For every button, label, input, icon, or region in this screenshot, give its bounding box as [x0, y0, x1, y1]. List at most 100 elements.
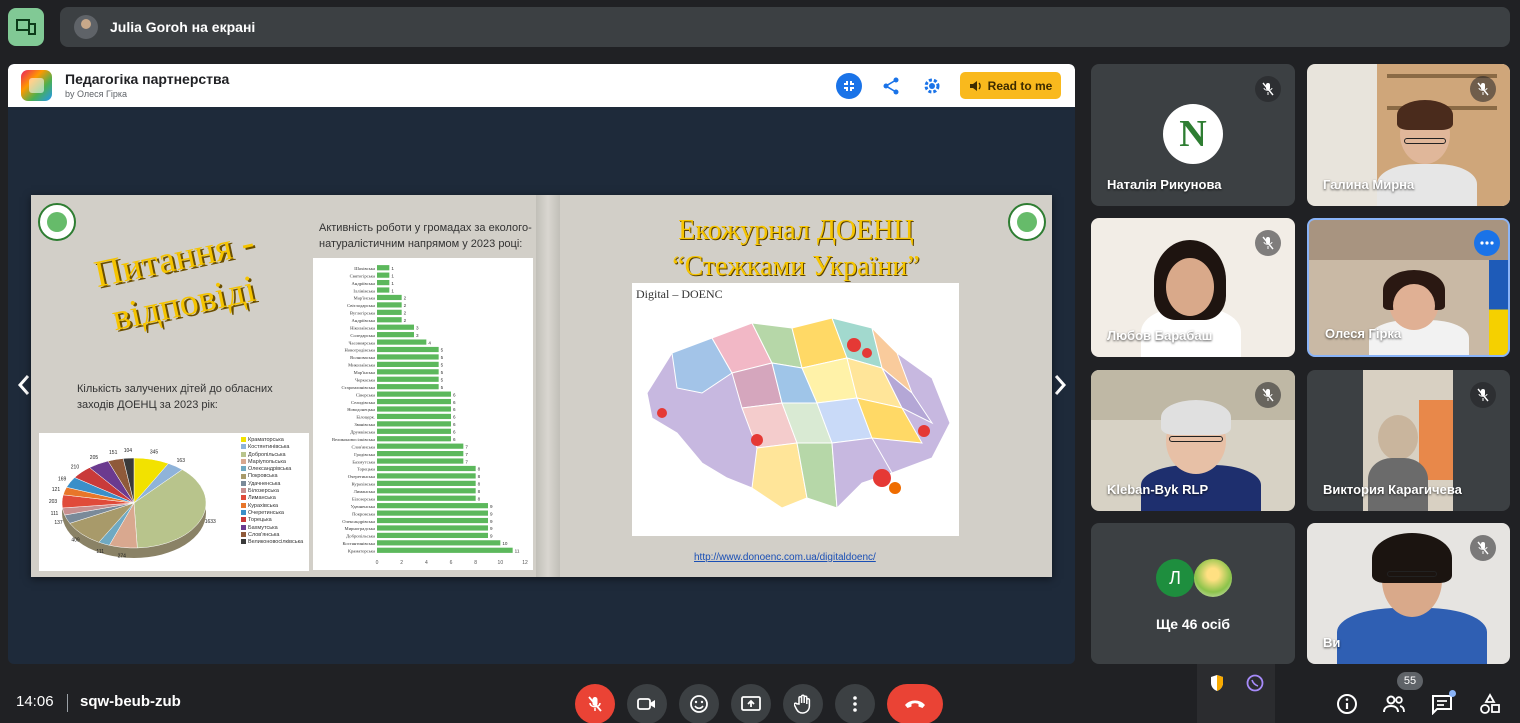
- hang-up-icon: [905, 700, 925, 708]
- activities-button[interactable]: [1476, 690, 1504, 718]
- bar-category-label: Добропільська: [346, 534, 375, 539]
- participant-tile[interactable]: Kleban-Byk RLP: [1091, 370, 1295, 511]
- exit-fullscreen-button[interactable]: [835, 72, 863, 100]
- bar-category-label: Часовоярська: [349, 340, 375, 345]
- mic-off-icon: [1255, 382, 1281, 408]
- present-screen-button[interactable]: [731, 684, 771, 723]
- bar-mark: [377, 436, 451, 442]
- unread-dot: [1449, 690, 1456, 697]
- bar-category-label: Бахмутська: [352, 459, 375, 464]
- bar-category-label: Мирноградська: [345, 526, 376, 531]
- participant-tile[interactable]: N Наталія Рикунова: [1091, 64, 1295, 206]
- bar-category-label: Білозерська: [352, 496, 375, 501]
- pie-data-label: 345: [150, 450, 159, 456]
- doenc-emblem-icon: [1008, 203, 1046, 241]
- layout-toggle-button[interactable]: [8, 8, 44, 46]
- pie-legend-item: Курахівська: [241, 503, 303, 510]
- collapse-icon: [836, 73, 862, 99]
- map-flower: [847, 338, 861, 352]
- pie-data-label: 274: [118, 553, 127, 559]
- participant-tile[interactable]: Олеся Гірка: [1307, 218, 1510, 357]
- leave-call-button[interactable]: [887, 684, 943, 723]
- bar-category-label: Новодонецька: [347, 407, 375, 412]
- viber-icon[interactable]: [1244, 672, 1266, 694]
- read-to-me-button[interactable]: Read to me: [960, 72, 1061, 99]
- avatar-letter: N: [1179, 113, 1207, 155]
- bar-mark: [377, 339, 427, 345]
- pie-chart-caption: Кількість залучених дітей до обласних за…: [77, 383, 273, 411]
- pie-legend-item: Бахмутська: [241, 525, 303, 532]
- mic-off-icon: [1470, 535, 1496, 561]
- bar-category-label: Званівська: [354, 422, 375, 427]
- bar-data-label: 8: [478, 489, 481, 494]
- chevron-left-icon: [17, 375, 30, 395]
- people-button[interactable]: [1380, 690, 1408, 718]
- participant-tile[interactable]: Любов Барабаш: [1091, 218, 1295, 357]
- participant-name: Ви: [1323, 635, 1341, 650]
- map-flower: [918, 425, 930, 437]
- bar-chart-caption: Активність роботи у громадах за еколого-…: [319, 222, 532, 250]
- share-button[interactable]: [877, 72, 905, 100]
- security-shield-icon[interactable]: [1206, 672, 1228, 694]
- pie-legend-swatch: [241, 539, 246, 545]
- participant-tile[interactable]: Галина Мирна: [1307, 64, 1510, 206]
- shapes-icon: [1480, 693, 1500, 714]
- pie-legend-label: Очеретинська: [248, 509, 284, 516]
- bar-x-tick-label: 8: [474, 560, 477, 566]
- bar-mark: [377, 510, 488, 516]
- camera-toggle-button[interactable]: [627, 684, 667, 723]
- bar-mark: [377, 272, 390, 278]
- bar-data-label: 2: [404, 318, 407, 323]
- bar-x-tick-label: 12: [522, 560, 528, 566]
- avatar: [1192, 557, 1234, 599]
- self-tile[interactable]: Ви: [1307, 523, 1510, 664]
- bar-mark: [377, 369, 439, 375]
- pie-legend-item: Удачненська: [241, 481, 303, 488]
- more-options-button[interactable]: [1474, 230, 1500, 256]
- bar-data-label: 4: [428, 340, 431, 345]
- pie-chart: 345 163 1633 274 111 409 137 111 203 121 169 210 205…: [39, 433, 309, 571]
- pie-data-label: 151: [109, 450, 118, 456]
- bar-data-label: 1: [391, 288, 394, 293]
- bar-mark: [377, 495, 476, 501]
- bar-data-label: 1: [391, 273, 394, 278]
- reactions-button[interactable]: [679, 684, 719, 723]
- bar-data-label: 6: [453, 437, 456, 442]
- presenting-banner: Julia Goroh на екрані: [60, 7, 1510, 47]
- book-spread: Питання - відповіді Кількість залучених …: [31, 195, 1052, 577]
- bar-x-tick-label: 6: [450, 560, 453, 566]
- pie-data-label: 121: [52, 487, 61, 493]
- bar-mark: [377, 265, 390, 271]
- bar-mark: [377, 458, 464, 464]
- bar-data-label: 9: [490, 511, 493, 516]
- bar-mark: [377, 413, 451, 420]
- bar-data-label: 7: [465, 444, 468, 449]
- bar-category-label: Гродівська: [354, 452, 375, 457]
- more-options-button[interactable]: [835, 684, 875, 723]
- bar-mark: [377, 421, 451, 427]
- pie-legend-swatch: [241, 524, 246, 530]
- bar-category-label: Торецька: [357, 467, 375, 472]
- speaker-icon: [969, 80, 981, 91]
- others-count-label: Ще 46 осіб: [1155, 616, 1231, 632]
- map-flower: [751, 434, 763, 446]
- qa-title: Питання - відповіді: [72, 215, 287, 347]
- chat-button[interactable]: [1428, 690, 1456, 718]
- raise-hand-button[interactable]: [783, 684, 823, 723]
- doenc-link[interactable]: http://www.donoenc.com.ua/digitaldoenc/: [694, 552, 876, 563]
- pie-legend-item: Слов'янська: [241, 532, 303, 539]
- bar-data-label: 2: [404, 303, 407, 308]
- settings-button[interactable]: [918, 72, 946, 100]
- bar-category-label: Новогродівська: [345, 348, 376, 353]
- bar-category-label: Очеретинська: [348, 474, 375, 479]
- bar-category-label: Шахівська: [354, 266, 375, 271]
- participant-tile[interactable]: Виктория Карагичева: [1307, 370, 1510, 511]
- bar-data-label: 8: [478, 482, 481, 487]
- bar-data-label: 9: [490, 519, 493, 524]
- bar-mark: [377, 309, 402, 315]
- bar-category-label: Покровська: [352, 511, 375, 516]
- others-tile[interactable]: Л Ще 46 осіб: [1091, 523, 1295, 664]
- meeting-info-button[interactable]: [1333, 690, 1361, 718]
- microphone-toggle-button[interactable]: [575, 684, 615, 723]
- pie-legend-label: Білозерська: [248, 488, 279, 495]
